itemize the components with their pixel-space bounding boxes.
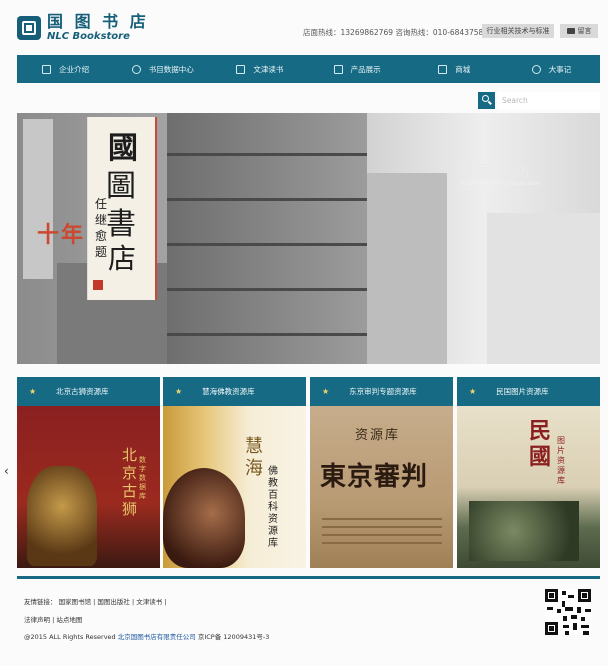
- card-cover-sub: 佛教百科资源库: [268, 466, 278, 549]
- nav-item-products[interactable]: 产品展示: [309, 64, 406, 75]
- card-cover-text: 慧海: [245, 436, 263, 479]
- card-title: 慧海佛教资源库: [202, 387, 255, 396]
- historical-photo: [469, 501, 579, 561]
- left-scroll: [23, 119, 53, 279]
- seal-stamp: [93, 280, 103, 290]
- card-image: 慧海 佛教百科资源库: [163, 406, 306, 568]
- card-beijing-lions[interactable]: ★ 北京古狮资源库 北京古狮 数字数据库: [17, 377, 160, 568]
- card-cover-sub: 资源库: [355, 428, 401, 443]
- text-line: [322, 526, 442, 528]
- message-icon: [566, 28, 575, 34]
- star-icon: ★: [322, 387, 330, 396]
- document-icon: [42, 64, 52, 74]
- nav-item-catalog[interactable]: 书目数据中心: [114, 64, 211, 75]
- card-header: ★ 东京审判专题资源库: [310, 377, 453, 406]
- lion-statue: [27, 466, 97, 566]
- store-sign: 国图书店: [457, 162, 534, 181]
- nav-label: 商城: [455, 64, 471, 74]
- search-button[interactable]: [478, 92, 495, 109]
- banner-red-text: 十年: [37, 222, 86, 248]
- link-nlc[interactable]: 国家图书馆: [59, 598, 92, 606]
- qr-code-icon: [545, 589, 591, 635]
- carousel-prev-icon[interactable]: ‹: [4, 464, 9, 478]
- logo-english: NLC Bookstore: [47, 31, 130, 42]
- star-icon: ★: [469, 387, 477, 396]
- store-sign-english: National Library Bookstore: [460, 180, 540, 187]
- card-tokyo-trial[interactable]: ★ 东京审判专题资源库 资源库 東京審判: [310, 377, 453, 568]
- card-image: 北京古狮 数字数据库: [17, 406, 160, 568]
- card-header: ★ 民国图片资源库: [457, 377, 600, 406]
- nav-item-reading[interactable]: 文津读书: [211, 64, 308, 75]
- hotline-text: 店面热线：13269862769 咨询热线：010-68437586: [303, 28, 489, 37]
- main-nav: 企业介绍 书目数据中心 文津读书 产品展示 商城 大事记: [17, 55, 600, 83]
- store-shelves: [487, 213, 600, 364]
- link-press[interactable]: 国图出版社: [97, 598, 130, 606]
- star-icon: ★: [175, 387, 183, 396]
- calligraphy-char: 店: [108, 242, 137, 275]
- store-icon: [438, 64, 448, 74]
- text-line: [322, 518, 442, 520]
- card-image: 资源库 東京審判: [310, 406, 453, 568]
- nav-label: 书目数据中心: [148, 64, 194, 74]
- icp-number: 京ICP备 12009431号-3: [197, 633, 270, 641]
- copyright: @2015 ALL Rights Reserved 北京国图书店有限责任公司 京…: [24, 631, 269, 641]
- nav-label: 产品展示: [350, 64, 381, 74]
- legal-link[interactable]: 法律声明: [24, 616, 50, 624]
- bookshelf-right: [367, 173, 447, 364]
- card-cover-sub: 数字数据库: [139, 456, 146, 500]
- logo-icon: [17, 16, 41, 40]
- copyright-prefix: @2015 ALL Rights Reserved: [24, 633, 116, 641]
- star-icon: ★: [29, 387, 37, 396]
- card-cover-text: 東京審判: [320, 462, 429, 492]
- card-title: 东京审判专题资源库: [349, 387, 417, 396]
- card-cover-text: 民國: [529, 418, 552, 470]
- nav-label: 文津读书: [253, 64, 284, 74]
- nav-item-events[interactable]: 大事记: [503, 64, 600, 75]
- nav-label: 企业介绍: [59, 64, 90, 74]
- calligraphy-signature: 任继愈题: [95, 197, 108, 259]
- card-header: ★ 慧海佛教资源库: [163, 377, 306, 406]
- hero-banner[interactable]: 十年 國 圖 書 店 任继愈题 国图书店 National Library Bo…: [17, 113, 600, 364]
- calligraphy-scroll: 國 圖 書 店 任继愈题: [87, 117, 157, 300]
- card-republic-photos[interactable]: ★ 民国图片资源库 民國 图片资源库: [457, 377, 600, 568]
- card-title: 民国图片资源库: [496, 387, 549, 396]
- nav-item-store[interactable]: 商城: [406, 64, 503, 75]
- footer-legal-row: 法律声明 | 站点地图: [24, 616, 83, 624]
- footer-divider: [17, 576, 600, 579]
- friend-links: 友情链接： 国家图书馆 | 国图出版社 | 文津读书 |: [24, 598, 167, 606]
- nav-label: 大事记: [548, 64, 572, 74]
- card-image: 民國 图片资源库: [457, 406, 600, 568]
- bookshelf: [167, 113, 367, 364]
- card-cover-text: 北京古狮: [122, 446, 138, 518]
- logo-chinese: 国 图 书 店: [47, 12, 149, 31]
- tech-standards-button[interactable]: 行业相关技术与标准: [482, 24, 554, 38]
- card-header: ★ 北京古狮资源库: [17, 377, 160, 406]
- box-icon: [333, 64, 343, 74]
- card-title: 北京古狮资源库: [56, 387, 109, 396]
- message-button[interactable]: 留言: [560, 24, 598, 38]
- buddha-face: [163, 468, 245, 568]
- nav-item-about[interactable]: 企业介绍: [17, 64, 114, 75]
- page: 国 图 书 店 NLC Bookstore 店面热线：13269862769 咨…: [0, 0, 608, 666]
- search-input[interactable]: [497, 92, 600, 109]
- links-label: 友情链接：: [24, 598, 57, 606]
- message-label: 留言: [577, 27, 592, 35]
- site-logo[interactable]: 国 图 书 店 NLC Bookstore: [17, 14, 149, 42]
- disc-icon: [131, 64, 141, 74]
- card-cover-sub: 图片资源库: [557, 436, 565, 485]
- text-line: [322, 542, 442, 544]
- sitemap-link[interactable]: 站点地图: [56, 616, 82, 624]
- link-reading[interactable]: 文津读书: [136, 598, 162, 606]
- book-icon: [236, 64, 246, 74]
- company-link[interactable]: 北京国图书店有限责任公司: [118, 633, 196, 641]
- card-huihai-buddhism[interactable]: ★ 慧海佛教资源库 慧海 佛教百科资源库: [163, 377, 306, 568]
- medal-icon: [531, 64, 541, 74]
- text-line: [322, 534, 442, 536]
